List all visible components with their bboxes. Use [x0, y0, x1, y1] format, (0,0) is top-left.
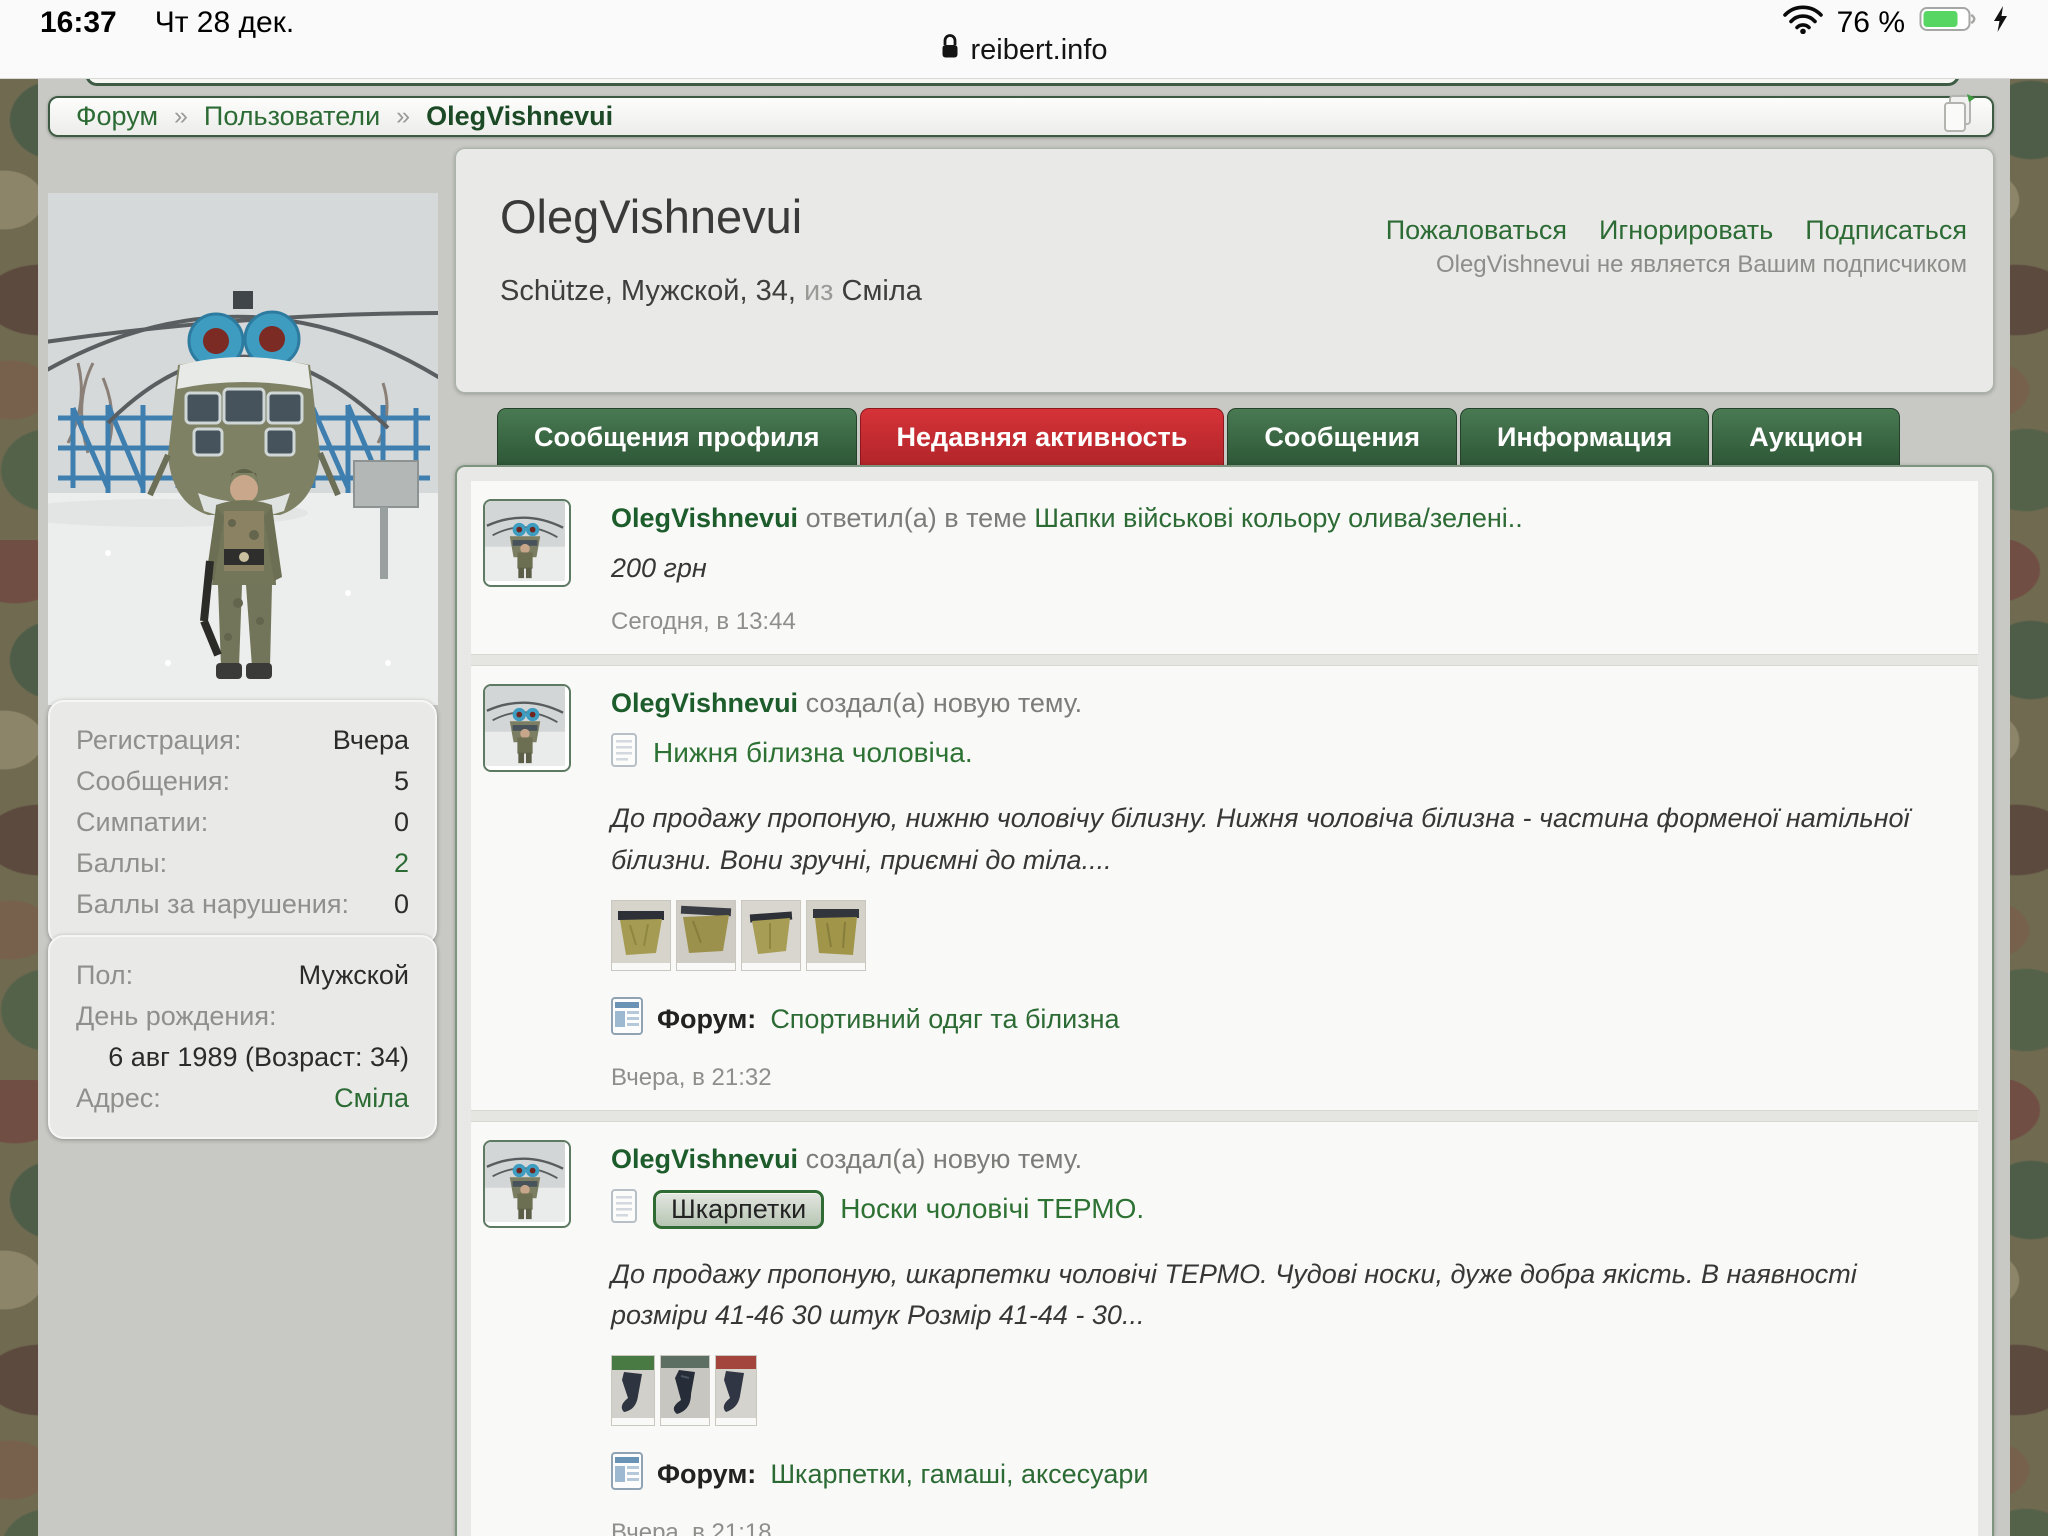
safari-address-bar[interactable]: reibert.info — [0, 28, 2048, 72]
ios-status-url-bar: 16:37 Чт 28 дек. 76 % — [0, 0, 2048, 79]
attachment-thumbnails — [611, 900, 1952, 971]
attachment-thumbnail[interactable] — [676, 900, 736, 971]
notepad-icon — [611, 1189, 637, 1230]
detail-row-birthday-label: День рождения: — [76, 1000, 409, 1033]
activity-title-row: Шкарпетки Носки чоловічі ТЕРМО. — [611, 1189, 1952, 1230]
tab-auction[interactable]: Аукцион — [1712, 408, 1900, 465]
notepad-icon — [611, 733, 637, 774]
ignore-link[interactable]: Игнорировать — [1599, 215, 1773, 246]
activity-head: OlegVishnevui ответил(а) в теме Шапки ві… — [611, 503, 1952, 534]
activity-body: До продажу пропоную, нижню чоловічу біли… — [611, 798, 1952, 882]
tab-information[interactable]: Информация — [1460, 408, 1709, 465]
activity-title-row: Нижня білизна чоловіча. — [611, 733, 1952, 774]
activity-body: 200 грн — [611, 548, 1952, 590]
forum-link[interactable]: Спортивний одяг та білизна — [770, 1004, 1119, 1035]
avatar[interactable] — [483, 684, 571, 772]
user-link[interactable]: OlegVishnevui — [611, 503, 798, 533]
forum-icon — [611, 997, 643, 1042]
follow-link[interactable]: Подписаться — [1805, 215, 1967, 246]
activity-time: Вчера, в 21:32 — [611, 1064, 1952, 1092]
page-background: Форум » Пользователи » OlegVishnevui — [38, 78, 2010, 1536]
recent-activity-panel: OlegVishnevui ответил(а) в теме Шапки ві… — [455, 465, 1994, 1536]
breadcrumb-separator: » — [396, 102, 410, 131]
ipad-screen: 16:37 Чт 28 дек. 76 % — [0, 0, 2048, 1536]
activity-head: OlegVishnevui создал(а) новую тему. — [611, 1144, 1952, 1175]
web-content: Форум » Пользователи » OlegVishnevui — [0, 78, 2048, 1536]
attachment-thumbnail[interactable] — [741, 900, 801, 971]
profile-subtitle-main: Schütze, Мужской, 34, — [500, 275, 796, 307]
item-separator — [471, 1110, 1978, 1122]
user-link[interactable]: OlegVishnevui — [611, 1144, 798, 1174]
tab-profile-posts[interactable]: Сообщения профиля — [497, 408, 857, 465]
scrolled-header-edge — [85, 78, 1960, 86]
attachment-thumbnail[interactable] — [611, 900, 671, 971]
activity-item: OlegVishnevui создал(а) новую тему. — [471, 666, 1978, 1110]
attachment-thumbnail[interactable] — [611, 1355, 655, 1426]
topic-link[interactable]: Шапки військові кольору олива/зелені.. — [1034, 503, 1523, 533]
tab-recent-activity[interactable]: Недавняя активность — [860, 408, 1225, 465]
stat-row-points: Баллы: 2 — [76, 847, 409, 880]
forum-link[interactable]: Шкарпетки, гамаші, аксесуари — [770, 1459, 1148, 1490]
attachment-thumbnail[interactable] — [660, 1355, 710, 1426]
detail-row-address: Адрес: Сміла — [76, 1082, 409, 1115]
profile-tabs: Сообщения профиля Недавняя активность Со… — [497, 408, 1903, 465]
topic-link[interactable]: Нижня білизна чоловіча. — [653, 737, 973, 769]
avatar[interactable] — [483, 499, 571, 587]
prefix-badge[interactable]: Шкарпетки — [653, 1190, 824, 1229]
forum-row: Форум: Спортивний одяг та білизна — [611, 997, 1952, 1042]
stats-box: Регистрация: Вчера Сообщения: 5 Симпатии… — [48, 700, 437, 945]
detail-row-birthday-value: 6 авг 1989 (Возраст: 34) — [76, 1041, 409, 1074]
user-link[interactable]: OlegVishnevui — [611, 688, 798, 718]
breadcrumb-current-user: OlegVishnevui — [426, 101, 613, 132]
attachment-thumbnail[interactable] — [715, 1355, 757, 1426]
profile-subtitle-city[interactable]: Сміла — [842, 275, 922, 307]
activity-item: OlegVishnevui создал(а) новую тему. — [471, 1122, 1978, 1536]
profile-header-panel: OlegVishnevui Schütze, Мужской, 34, из С… — [455, 148, 1994, 393]
forum-row: Форум: Шкарпетки, гамаші, аксесуари — [611, 1452, 1952, 1497]
activity-time: Сегодня, в 13:44 — [611, 608, 1952, 636]
activity-body: До продажу пропоную, шкарпетки чоловічі … — [611, 1254, 1952, 1338]
stat-row-warning-points: Баллы за нарушения: 0 — [76, 888, 409, 921]
item-separator — [471, 654, 1978, 666]
topic-link[interactable]: Носки чоловічі ТЕРМО. — [840, 1193, 1144, 1225]
profile-subtitle-from: из — [804, 275, 834, 307]
profile-username: OlegVishnevui — [500, 189, 802, 244]
follow-note: OlegVishnevui не является Вашим подписчи… — [1436, 251, 1967, 279]
stat-row-likes: Симпатии: 0 — [76, 806, 409, 839]
stat-row-messages: Сообщения: 5 — [76, 765, 409, 798]
details-box: Пол: Мужской День рождения: 6 авг 1989 (… — [48, 935, 437, 1139]
copy-pages-icon[interactable] — [1940, 93, 1976, 140]
tab-messages[interactable]: Сообщения — [1227, 408, 1457, 465]
attachment-thumbnail[interactable] — [806, 900, 866, 971]
breadcrumb-link-forum[interactable]: Форум — [76, 101, 158, 132]
breadcrumb-separator: » — [174, 102, 188, 131]
activity-item: OlegVishnevui ответил(а) в теме Шапки ві… — [471, 481, 1978, 654]
profile-actions: Пожаловаться Игнорировать Подписаться — [1386, 215, 1967, 246]
profile-subtitle: Schütze, Мужской, 34, из Сміла — [500, 275, 922, 308]
avatar[interactable] — [483, 1140, 571, 1228]
breadcrumb-link-users[interactable]: Пользователи — [204, 101, 380, 132]
activity-head: OlegVishnevui создал(а) новую тему. — [611, 688, 1952, 719]
url-domain: reibert.info — [970, 34, 1107, 67]
lock-icon — [940, 32, 960, 68]
activity-list: OlegVishnevui ответил(а) в теме Шапки ві… — [471, 481, 1978, 1536]
forum-icon — [611, 1452, 643, 1497]
detail-row-gender: Пол: Мужской — [76, 959, 409, 992]
breadcrumb: Форум » Пользователи » OlegVishnevui — [48, 96, 1994, 137]
profile-photo[interactable] — [48, 193, 438, 705]
stat-row-registration: Регистрация: Вчера — [76, 724, 409, 757]
report-link[interactable]: Пожаловаться — [1386, 215, 1567, 246]
activity-time: Вчера, в 21:18 — [611, 1519, 1952, 1536]
attachment-thumbnails — [611, 1355, 1952, 1426]
